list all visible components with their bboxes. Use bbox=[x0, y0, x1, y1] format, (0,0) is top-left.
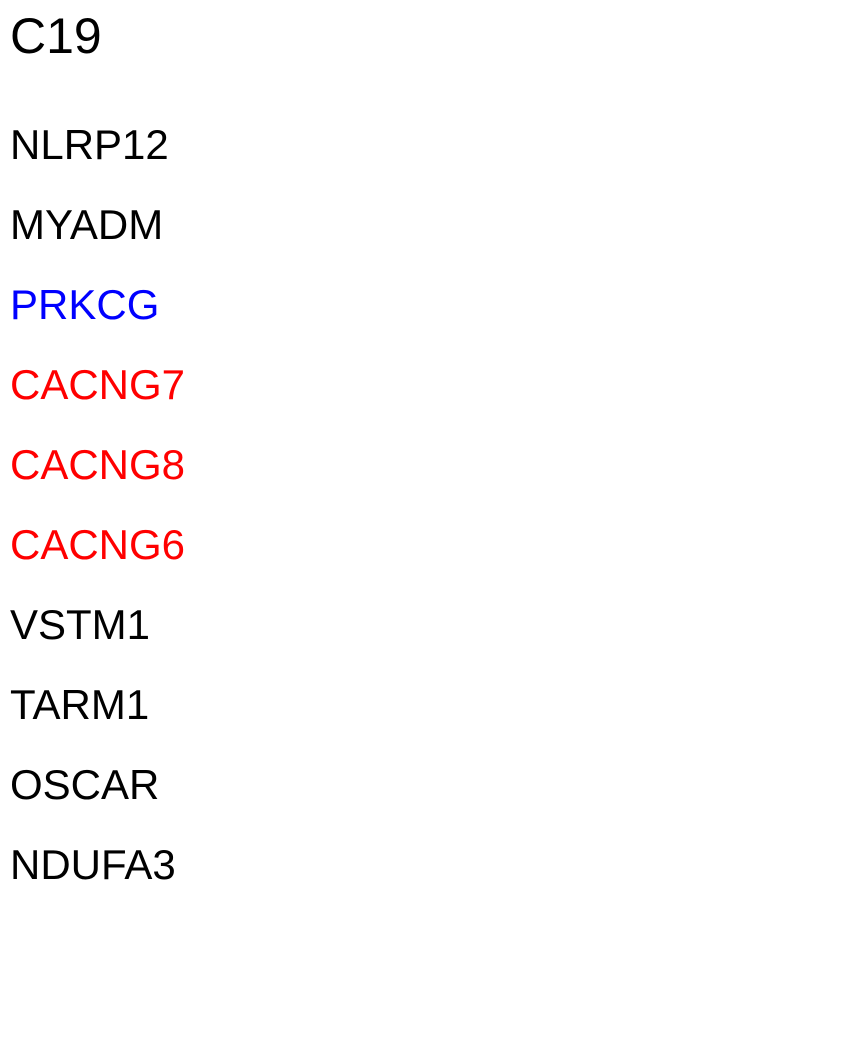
gene-item: CACNG6 bbox=[10, 521, 186, 568]
gene-item: PRKCG bbox=[10, 281, 160, 328]
gene-item: CACNG7 bbox=[10, 361, 186, 408]
gene-item: OSCAR bbox=[10, 761, 160, 808]
gene-item: CACNG8 bbox=[10, 441, 186, 488]
document-page: C19 NLRP12 MYADM PRKCG CACNG7 CACNG8 CAC… bbox=[0, 0, 850, 1050]
gene-list: NLRP12 MYADM PRKCG CACNG7 CACNG8 CACNG6 … bbox=[10, 105, 185, 905]
gene-item: NDUFA3 bbox=[10, 841, 176, 888]
gene-item: VSTM1 bbox=[10, 601, 151, 648]
gene-item: NLRP12 bbox=[10, 121, 169, 168]
gene-item: MYADM bbox=[10, 201, 164, 248]
cluster-heading: C19 bbox=[10, 8, 102, 64]
gene-item: TARM1 bbox=[10, 681, 150, 728]
